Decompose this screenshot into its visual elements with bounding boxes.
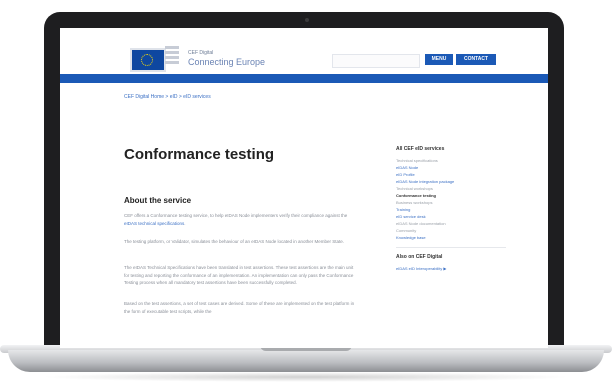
- paragraph-intro: CEF offers a Conformance testing service…: [124, 212, 356, 227]
- site-title[interactable]: Connecting Europe: [188, 57, 265, 67]
- sidebar-item-community[interactable]: Community: [396, 227, 506, 234]
- sidebar-item-technical-specifications[interactable]: Technical specifications: [396, 157, 506, 164]
- logo-stripes-icon: [165, 46, 179, 68]
- sidebar: All CEF eID services Technical specifica…: [396, 146, 506, 272]
- paragraph-text: CEF offers a Conformance testing service…: [124, 213, 348, 218]
- contact-button[interactable]: CONTACT: [456, 54, 496, 65]
- paragraph-assertions: The eIDAS Technical Specifications have …: [124, 265, 354, 285]
- nav-bar: [60, 74, 548, 83]
- search-input[interactable]: [332, 54, 420, 68]
- section-heading: About the service: [124, 196, 192, 205]
- specifications-link[interactable]: eIDAS technical specifications: [124, 221, 184, 226]
- sidebar-item-knowledge-base[interactable]: Knowledge base: [396, 234, 506, 241]
- sidebar-item-integration-package[interactable]: eIDAS Node integration package: [396, 178, 506, 185]
- sidebar-item-eid-profile[interactable]: eID Profile: [396, 171, 506, 178]
- sidebar-item-training[interactable]: Training: [396, 206, 506, 213]
- sidebar-list: Technical specifications eIDAS Node eID …: [396, 157, 506, 241]
- paragraph-validator: The testing platform, or Validator, simu…: [124, 239, 345, 244]
- paragraph-text: .: [184, 220, 186, 226]
- also-link[interactable]: eIDAS eID Interoperability ▶: [396, 265, 506, 272]
- sidebar-item-business-workshops[interactable]: Business workshops: [396, 199, 506, 206]
- paragraph-test-cases: Based on the test assertions, a set of t…: [124, 301, 355, 314]
- sidebar-item-eidas-node[interactable]: eIDAS Node: [396, 164, 506, 171]
- also-heading: Also on CEF Digital: [396, 254, 443, 260]
- sidebar-item-service-desk[interactable]: eID service desk: [396, 213, 506, 220]
- sidebar-item-conformance-testing[interactable]: Conformance testing: [396, 192, 506, 199]
- sidebar-divider: [396, 247, 506, 248]
- eu-flag-icon[interactable]: [130, 48, 166, 72]
- site-subtitle: CEF Digital: [188, 50, 214, 56]
- page-title: Conformance testing: [124, 146, 275, 163]
- sidebar-item-node-documentation[interactable]: eIDAS Node documentation: [396, 220, 506, 227]
- sidebar-heading: All CEF eID services: [396, 146, 445, 152]
- laptop-shadow: [40, 372, 572, 382]
- camera-icon: [305, 18, 309, 22]
- breadcrumb[interactable]: CEF Digital Home > eID > eID services: [124, 94, 211, 100]
- laptop-base: [8, 350, 604, 372]
- site-header: CEF Digital Connecting Europe MENU CONTA…: [60, 28, 548, 74]
- browser-screen: CEF Digital Connecting Europe MENU CONTA…: [60, 28, 548, 348]
- menu-button[interactable]: MENU: [425, 54, 453, 65]
- sidebar-item-technical-workshops[interactable]: Technical workshops: [396, 185, 506, 192]
